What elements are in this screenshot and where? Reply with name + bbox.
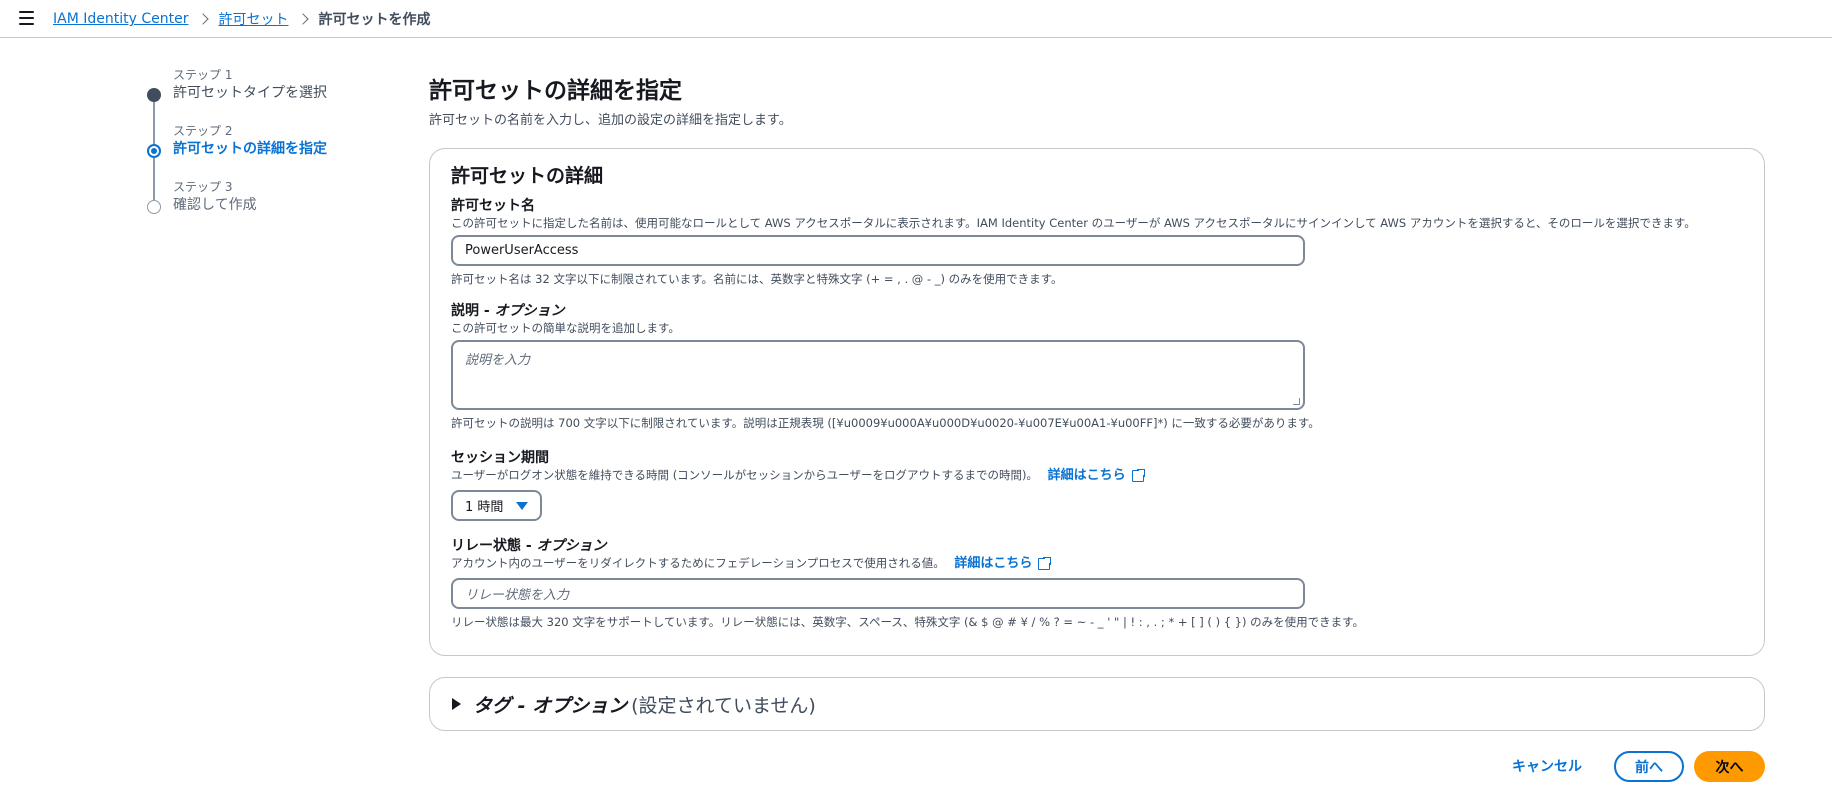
step-label: 許可セットタイプを選択	[173, 85, 327, 101]
section-title: 許可セットの詳細	[451, 165, 604, 187]
page-header: 許可セットの詳細を指定 許可セットの名前を入力し、追加の設定の詳細を指定します。	[429, 76, 1765, 130]
field-label: 説明 - オプション	[451, 303, 565, 319]
tags-expandable-section[interactable]: タグ - オプション (設定されていません)	[429, 677, 1765, 731]
field-constraint: 許可セットの説明は 700 文字以下に制限されています。説明は正規表現 ([¥u…	[451, 416, 1320, 430]
breadcrumb: IAM Identity Center 許可セット 許可セットを作成	[53, 9, 430, 29]
relay-state-field: リレー状態 - オプション アカウント内のユーザーをリダイレクトするためにフェデ…	[451, 537, 1364, 630]
permission-set-name-input[interactable]: PowerUserAccess	[451, 235, 1305, 266]
external-link-icon	[1038, 556, 1053, 570]
menu-icon[interactable]	[19, 11, 34, 25]
session-learn-more-link[interactable]: 詳細はこちら	[1048, 468, 1146, 484]
breadcrumb-permission-sets[interactable]: 許可セット	[218, 9, 288, 29]
step-number: ステップ 1	[173, 68, 233, 82]
cancel-button[interactable]: キャンセル	[1500, 750, 1594, 782]
step-active-icon	[147, 144, 161, 158]
next-button[interactable]: 次へ	[1694, 751, 1765, 782]
field-description: この許可セットの簡単な説明を追加します。	[451, 321, 680, 335]
previous-button[interactable]: 前へ	[1614, 751, 1684, 782]
field-constraint: 許可セット名は 32 文字以下に制限されています。名前には、英数字と特殊文字 (…	[451, 272, 1063, 286]
field-description: この許可セットに指定した名前は、使用可能なロールとして AWS アクセスポータル…	[451, 216, 1696, 230]
top-navigation-bar: IAM Identity Center 許可セット 許可セットを作成	[0, 0, 1832, 38]
chevron-right-icon	[297, 13, 310, 25]
step-label: 許可セットの詳細を指定	[173, 141, 327, 157]
chevron-right-icon	[197, 13, 210, 25]
breadcrumb-current: 許可セットを作成	[318, 12, 431, 28]
caret-down-icon	[516, 502, 528, 510]
tags-count: (設定されていません)	[631, 694, 816, 717]
tags-title: タグ - オプション	[473, 694, 628, 717]
caret-right-icon	[452, 698, 461, 710]
field-description: アカウント内のユーザーをリダイレクトするためにフェデレーションプロセスで使用され…	[451, 555, 1364, 572]
breadcrumb-iam-identity-center[interactable]: IAM Identity Center	[53, 11, 188, 27]
step-complete-icon	[147, 88, 161, 102]
wizard-steps: ステップ 1 許可セットタイプを選択 ステップ 2 許可セットの詳細を指定 ステ…	[147, 67, 377, 235]
description-textarea[interactable]: 説明を入力	[451, 340, 1305, 410]
field-constraint: リレー状態は最大 320 文字をサポートしています。リレー状態には、英数字、スペ…	[451, 615, 1364, 629]
step-number: ステップ 2	[173, 124, 233, 138]
permission-set-name-field: 許可セット名 この許可セットに指定した名前は、使用可能なロールとして AWS ア…	[451, 197, 1696, 287]
permission-set-details-panel: 許可セットの詳細 許可セット名 この許可セットに指定した名前は、使用可能なロール…	[429, 148, 1765, 656]
wizard-step-1[interactable]: ステップ 1 許可セットタイプを選択	[147, 67, 377, 123]
wizard-step-2: ステップ 2 許可セットの詳細を指定	[147, 123, 377, 179]
page-description: 許可セットの名前を入力し、追加の設定の詳細を指定します。	[429, 113, 792, 128]
relay-learn-more-link[interactable]: 詳細はこちら	[954, 556, 1053, 572]
step-label: 確認して作成	[173, 197, 257, 213]
external-link-icon	[1131, 468, 1146, 482]
step-number: ステップ 3	[173, 180, 233, 194]
page-title: 許可セットの詳細を指定	[429, 78, 682, 104]
description-field: 説明 - オプション この許可セットの簡単な説明を追加します。 説明を入力 許可…	[451, 302, 1320, 431]
field-label: リレー状態 - オプション	[451, 538, 607, 554]
step-pending-icon	[147, 200, 161, 214]
field-label: 許可セット名	[451, 198, 535, 214]
field-label: セッション期間	[451, 450, 549, 466]
field-description: ユーザーがログオン状態を維持できる時間 (コンソールがセッションからユーザーをロ…	[451, 467, 1146, 484]
session-duration-field: セッション期間 ユーザーがログオン状態を維持できる時間 (コンソールがセッション…	[451, 449, 1146, 521]
wizard-step-3: ステップ 3 確認して作成	[147, 179, 377, 235]
resize-handle-icon[interactable]	[1293, 398, 1300, 405]
session-duration-select[interactable]: 1 時間	[451, 490, 542, 521]
relay-state-input[interactable]: リレー状態を入力	[451, 578, 1305, 609]
